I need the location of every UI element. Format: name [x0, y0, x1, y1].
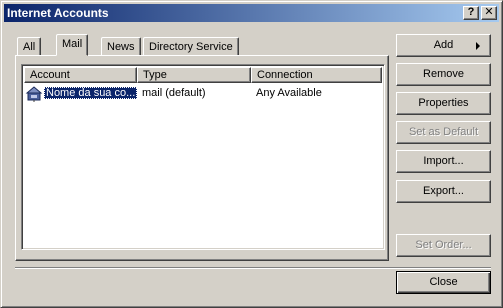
account-type-cell: mail (default) [142, 87, 206, 99]
set-order-button[interactable]: Set Order... [396, 234, 491, 257]
column-header-type[interactable]: Type [137, 67, 251, 83]
account-name: Nome da sua co... [44, 87, 138, 99]
add-button-label: Add [433, 39, 454, 51]
properties-button[interactable]: Properties [396, 92, 491, 115]
internet-accounts-dialog: Internet Accounts ? ✕ All Mail News Dire… [0, 0, 503, 308]
title-bar[interactable]: Internet Accounts ? ✕ [4, 4, 499, 22]
tab-all[interactable]: All [17, 37, 42, 56]
tab-all-label: All [23, 41, 36, 53]
column-header-connection-label: Connection [257, 69, 313, 81]
tab-mail[interactable]: Mail [56, 34, 89, 56]
add-button[interactable]: Add [396, 34, 491, 57]
account-connection-cell: Any Available [256, 87, 322, 99]
accounts-list[interactable]: Account Type Connection Nome da sua co..… [21, 64, 385, 250]
close-window-button[interactable]: ✕ [481, 6, 497, 20]
tab-news-label: News [107, 41, 135, 53]
help-button[interactable]: ? [463, 6, 479, 20]
tab-directory-service-label: Directory Service [149, 41, 233, 53]
tab-directory-service[interactable]: Directory Service [143, 37, 239, 56]
column-header-account-label: Account [30, 69, 70, 81]
import-button[interactable]: Import... [396, 150, 491, 173]
account-name-cell[interactable]: Nome da sua co... [44, 85, 138, 101]
remove-button[interactable]: Remove [396, 63, 491, 86]
separator [15, 267, 491, 269]
mail-account-icon [25, 86, 43, 102]
submenu-arrow-icon [476, 42, 480, 50]
tab-news[interactable]: News [101, 37, 141, 56]
close-button[interactable]: Close [396, 271, 491, 294]
export-button[interactable]: Export... [396, 180, 491, 203]
tab-mail-label: Mail [62, 38, 83, 50]
column-header-connection[interactable]: Connection [251, 67, 382, 83]
window-title: Internet Accounts [7, 6, 109, 20]
column-header-type-label: Type [143, 69, 167, 81]
column-header-account[interactable]: Account [24, 67, 137, 83]
set-as-default-button[interactable]: Set as Default [396, 121, 491, 144]
